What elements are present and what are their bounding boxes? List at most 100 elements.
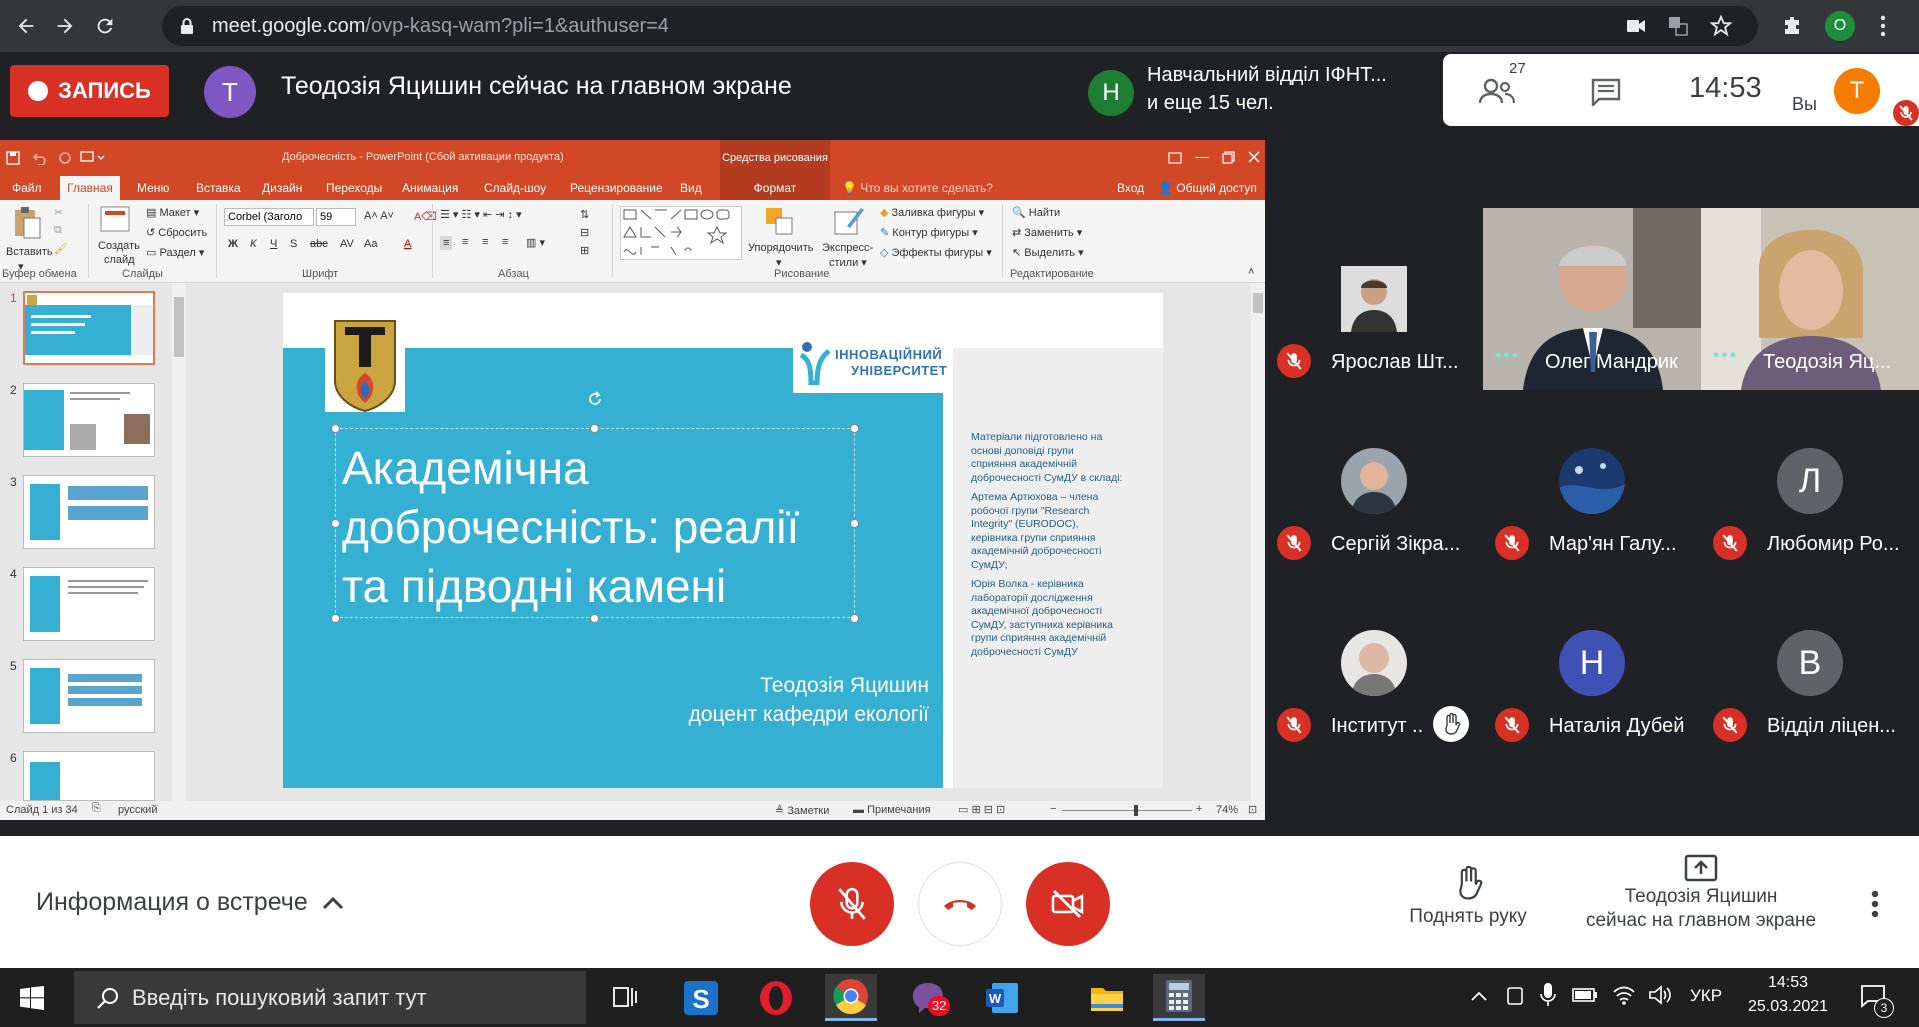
shape-outline-button[interactable]: ✎ Контур фигуры ▾ <box>880 226 978 239</box>
shape-fill-button[interactable]: ◆ Заливка фигуры ▾ <box>880 206 984 219</box>
smartart-icon[interactable]: ⊞ <box>580 244 589 257</box>
tab-animations[interactable]: Анимация <box>402 176 458 200</box>
resize-handle[interactable] <box>331 424 340 433</box>
replace-button[interactable]: ⇄ Заменить ▾ <box>1012 226 1082 239</box>
tab-insert[interactable]: Вставка <box>196 176 241 200</box>
shape-effects-button[interactable]: ◇ Эффекты фигуры ▾ <box>880 246 992 259</box>
layout-button[interactable]: ▤ Макет ▾ <box>146 206 199 219</box>
strikethrough-icon[interactable]: abc <box>310 238 328 250</box>
tray-device-icon[interactable] <box>1504 985 1526 1007</box>
tab-file[interactable]: Файл <box>12 176 42 200</box>
align-center-icon[interactable]: ≡ <box>462 236 468 248</box>
reload-button[interactable] <box>85 6 125 46</box>
bullets-icon[interactable]: ☰ ▾ ☷ ▾ ⇤ ⇥ ↕ ▾ <box>440 208 522 221</box>
cut-icon[interactable]: ✂ <box>54 206 63 219</box>
zoom-out-button[interactable]: − <box>1050 803 1056 815</box>
taskbar-search-box[interactable]: Введіть пошуковий запит тут <box>74 971 586 1024</box>
tab-review[interactable]: Рецензирование <box>570 176 663 200</box>
grow-font-icon[interactable]: A˄ A˅ <box>364 210 394 222</box>
taskbar-app-skype[interactable]: S <box>675 974 727 1021</box>
participant-tile[interactable]: Інститут ... <box>1265 572 1483 754</box>
slide-thumb-2[interactable] <box>23 383 155 457</box>
new-slide-label-1[interactable]: Создать <box>98 240 140 252</box>
chat-icon[interactable] <box>1591 78 1621 106</box>
rotate-handle-icon[interactable] <box>586 390 604 408</box>
format-painter-icon[interactable]: 🖌 <box>54 242 68 255</box>
taskbar-app-word[interactable]: W <box>976 974 1028 1021</box>
taskbar-app-viber[interactable]: 32 <box>902 974 954 1021</box>
tab-slideshow[interactable]: Слайд-шоу <box>484 176 546 200</box>
volume-icon[interactable] <box>1648 984 1672 1006</box>
tab-format[interactable]: Формат <box>720 176 830 200</box>
people-icon[interactable] <box>1479 78 1515 104</box>
columns-icon[interactable]: ▥ ▾ <box>526 236 545 249</box>
participant-tile[interactable]: Л Любомир Ро... <box>1701 390 1919 572</box>
taskbar-app-chrome[interactable] <box>825 974 877 1021</box>
slide-scrollbar[interactable] <box>1251 283 1265 801</box>
zoom-slider-thumb[interactable] <box>1134 805 1138 816</box>
font-size-select[interactable]: 59 <box>316 208 356 226</box>
resize-handle[interactable] <box>850 614 859 623</box>
slide-scroll-thumb[interactable] <box>1253 293 1263 313</box>
windows-start-icon[interactable] <box>20 986 44 1010</box>
mic-toggle-button[interactable] <box>810 862 894 946</box>
underline-icon[interactable]: Ч <box>270 238 277 250</box>
current-slide[interactable]: ІННОВАЦІЙНИЙ УНІВЕРСИТЕТ Академічна добр… <box>283 293 1163 788</box>
tab-menu[interactable]: Меню <box>137 176 169 200</box>
paste-icon[interactable] <box>12 206 42 240</box>
slide-thumb-1[interactable] <box>23 291 155 365</box>
zoom-slider[interactable] <box>1062 810 1192 811</box>
leave-call-button[interactable] <box>918 862 1002 946</box>
profile-avatar[interactable]: O <box>1825 11 1855 41</box>
slide-thumb-4[interactable] <box>23 567 155 641</box>
view-buttons[interactable]: ▭ ⊞ ⊟ ⊡ <box>958 803 1005 816</box>
quick-styles-label-2[interactable]: стили ▾ <box>829 256 867 269</box>
tab-transitions[interactable]: Переходы <box>326 176 382 200</box>
meeting-details-toggle[interactable]: Информация о встрече <box>36 888 344 917</box>
language-indicator[interactable]: русский <box>118 804 157 816</box>
participant-tile[interactable]: Н Наталія Дубей <box>1483 572 1701 754</box>
quick-styles-icon[interactable] <box>833 204 865 238</box>
tab-view[interactable]: Вид <box>680 176 702 200</box>
font-color-icon[interactable]: A <box>404 238 411 250</box>
align-text-icon[interactable]: ⊟ <box>580 226 589 239</box>
input-language[interactable]: УКР <box>1690 986 1722 1006</box>
tray-microphone-icon[interactable] <box>1540 982 1556 1008</box>
reset-button[interactable]: ↺ Сбросить <box>146 226 207 239</box>
join-notification[interactable]: Н Навчальний відділ ІФНТ... и еще 15 чел… <box>1077 54 1443 124</box>
char-spacing-icon[interactable]: AV <box>340 238 354 250</box>
battery-icon[interactable] <box>1572 986 1598 1004</box>
tell-me-search[interactable]: 💡 Что вы хотите сделать? <box>842 176 993 200</box>
share-button[interactable]: 👤 Общий доступ <box>1158 176 1257 200</box>
italic-icon[interactable]: К <box>250 238 256 250</box>
participant-tile[interactable]: Мар'ян Галу... <box>1483 390 1701 572</box>
change-case-icon[interactable]: Aa <box>364 238 377 250</box>
taskbar-app-opera[interactable] <box>750 974 802 1021</box>
resize-handle[interactable] <box>850 424 859 433</box>
raise-hand-button[interactable]: Поднять руку <box>1403 866 1533 928</box>
select-button[interactable]: ↖ Выделить ▾ <box>1012 246 1084 259</box>
camera-toggle-button[interactable] <box>1026 862 1110 946</box>
paste-button[interactable]: Вставить <box>6 246 53 258</box>
task-view-icon[interactable] <box>612 984 638 1010</box>
collapse-ribbon-icon[interactable]: ˄ <box>1248 266 1254 278</box>
participant-tile[interactable]: Ярослав Шт... <box>1265 208 1483 390</box>
back-button[interactable] <box>6 6 46 46</box>
forward-button[interactable] <box>45 6 85 46</box>
participant-tile[interactable]: В Відділ ліцен... <box>1701 572 1919 754</box>
thumbs-scroll-thumb[interactable] <box>174 297 184 357</box>
minimize-icon[interactable]: — <box>1195 148 1209 164</box>
shadow-icon[interactable]: S <box>290 238 297 250</box>
spellcheck-icon[interactable]: ⎘ <box>92 802 101 815</box>
restore-icon[interactable] <box>1222 151 1235 164</box>
find-button[interactable]: 🔍 Найти <box>1012 206 1060 219</box>
notes-button[interactable]: ≜ Заметки <box>775 804 829 817</box>
comments-button[interactable]: ▬ Примечания <box>853 804 931 816</box>
align-left-icon[interactable]: ≡ <box>440 236 453 250</box>
copy-icon[interactable]: ⧉ <box>54 224 62 237</box>
more-options-icon[interactable] <box>1871 890 1879 918</box>
extensions-icon[interactable] <box>1780 14 1804 38</box>
resize-handle[interactable] <box>331 614 340 623</box>
section-button[interactable]: ▭ Раздел ▾ <box>146 246 204 259</box>
close-icon[interactable] <box>1248 151 1260 163</box>
